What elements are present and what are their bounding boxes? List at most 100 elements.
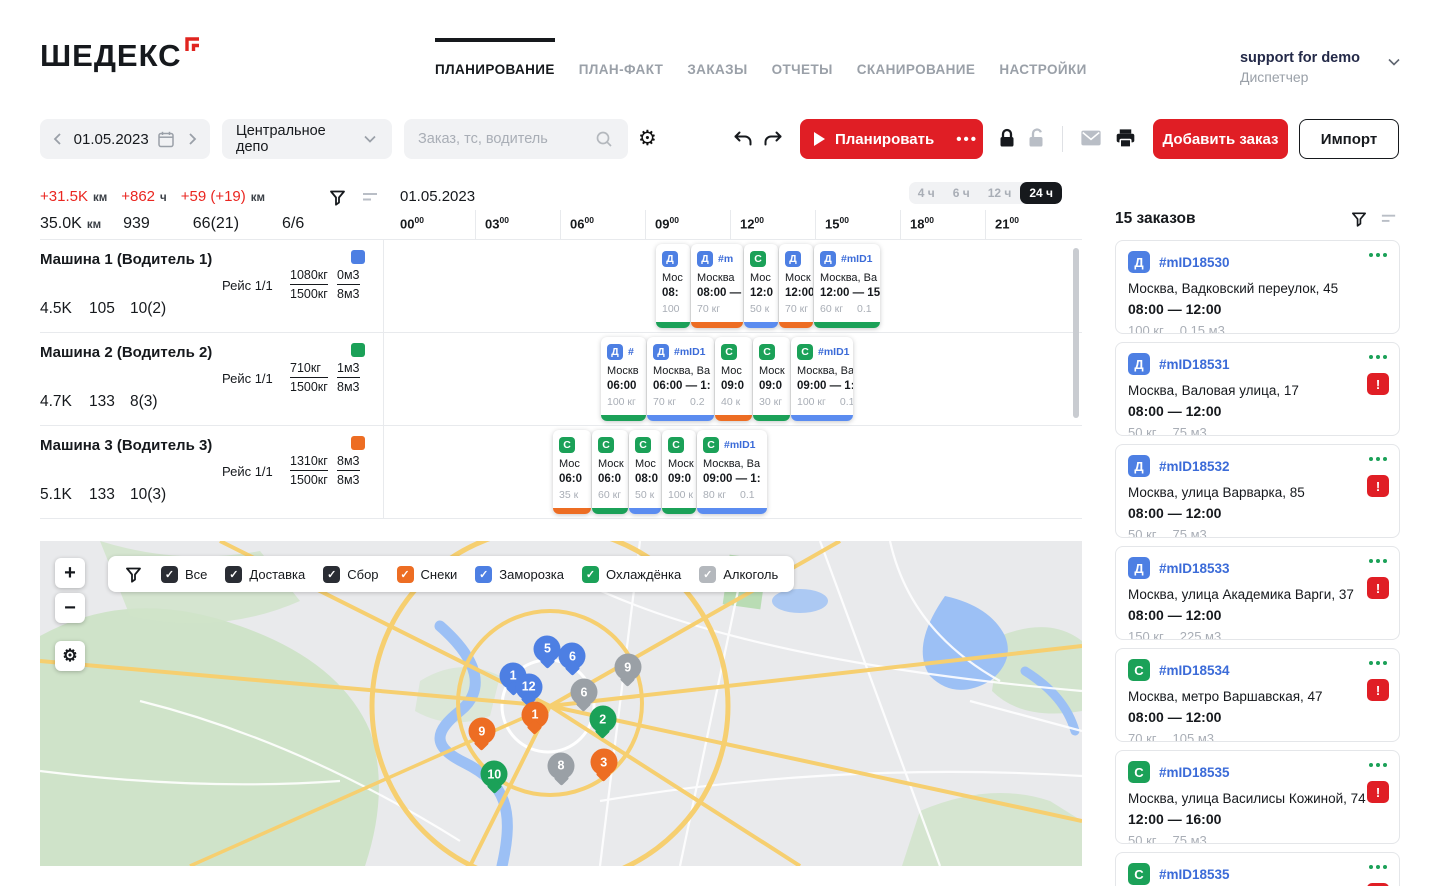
gantt-settings-gear-icon[interactable]: ⚙: [638, 126, 657, 151]
gantt-order-card[interactable]: С #mID1 Москва, Ва 09:00 — 1: 100 кг 0.1: [791, 337, 853, 421]
order-id-link[interactable]: #mID18534: [1159, 663, 1230, 678]
map-marker[interactable]: 10: [480, 760, 508, 788]
map-filter-снеки[interactable]: ✓ Снеки: [396, 565, 457, 583]
order-card[interactable]: С#mID18535!Москва, улица Васильевская, 3…: [1115, 852, 1400, 886]
order-card[interactable]: С #mID18534! Москва, метро Варшавская, 47 0…: [1115, 648, 1400, 742]
tab-сканирование[interactable]: СКАНИРОВАНИЕ: [857, 38, 976, 77]
map-settings-gear-icon[interactable]: ⚙: [55, 641, 85, 671]
gantt-order-card[interactable]: С Мос 12:0 50 к: [744, 244, 778, 328]
map-marker[interactable]: 6: [558, 642, 586, 670]
machine-row[interactable]: Машина 3 (Водитель 3) Рейс 1/1 1310кг 1500к…: [40, 426, 1082, 519]
checkbox-checked-icon[interactable]: ✓: [225, 565, 243, 583]
tab-планирование[interactable]: ПЛАНИРОВАНИЕ: [435, 38, 555, 77]
filter-icon[interactable]: [328, 188, 347, 207]
order-id-link[interactable]: #mID18531: [1159, 357, 1230, 372]
gantt-order-card[interactable]: С Мос 08:0 50 к: [629, 430, 661, 514]
order-menu-button[interactable]: [1369, 763, 1387, 767]
map-filter-сбор[interactable]: ✓ Сбор: [323, 565, 379, 583]
calendar-icon[interactable]: [156, 129, 176, 149]
order-menu-button[interactable]: [1369, 253, 1387, 257]
tab-отчеты[interactable]: ОТЧЕТЫ: [772, 38, 833, 77]
checkbox-checked-icon[interactable]: ✓: [396, 565, 414, 583]
checkbox-checked-icon[interactable]: ✓: [323, 565, 341, 583]
gantt-order-card[interactable]: Д #mID1 Москва, Ва 12:00 — 15 60 кг 0.1: [814, 244, 880, 328]
order-menu-button[interactable]: [1369, 559, 1387, 563]
checkbox-checked-icon[interactable]: ✓: [475, 565, 493, 583]
map-filter-все[interactable]: ✓ Все: [161, 565, 207, 583]
order-card[interactable]: Д #mID18532! Москва, улица Варварка, 85 08:…: [1115, 444, 1400, 538]
order-menu-button[interactable]: [1369, 457, 1387, 461]
user-menu[interactable]: support for demo Диспетчер: [1240, 50, 1402, 85]
tab-настройки[interactable]: НАСТРОЙКИ: [999, 38, 1086, 77]
order-card[interactable]: Д #mID18530 Москва, Вадковский переулок, 4…: [1115, 240, 1400, 334]
map-marker[interactable]: 2: [589, 705, 617, 733]
gantt-order-card[interactable]: С Моск 06:0 60 кг: [592, 430, 628, 514]
timeline-zoom-24ч[interactable]: 24 ч: [1020, 182, 1062, 204]
map-filter-заморозка[interactable]: ✓ Заморозка: [475, 565, 564, 583]
order-menu-button[interactable]: [1369, 865, 1387, 869]
plan-more-button[interactable]: •••: [956, 131, 978, 148]
order-menu-button[interactable]: [1369, 661, 1387, 665]
map-marker[interactable]: 12: [515, 673, 543, 701]
tab-заказы[interactable]: ЗАКАЗЫ: [687, 38, 747, 77]
order-card[interactable]: Д #mID18533! Москва, улица Академика Варги…: [1115, 546, 1400, 640]
map-marker[interactable]: 1: [521, 701, 549, 729]
order-menu-button[interactable]: [1369, 355, 1387, 359]
map-marker[interactable]: 6: [570, 678, 598, 706]
gantt-order-card[interactable]: С Моск 09:0 100 к: [662, 430, 696, 514]
gantt-order-card[interactable]: Д Мос 08: 100: [656, 244, 690, 328]
timeline-zoom-6ч[interactable]: 6 ч: [944, 182, 979, 204]
machine-row[interactable]: Машина 2 (Водитель 2) Рейс 1/1 710кг 1500кг…: [40, 333, 1082, 426]
map-filter-охлаждёнка[interactable]: ✓ Охлаждёнка: [582, 565, 681, 583]
mail-icon[interactable]: [1080, 129, 1102, 147]
order-id-link[interactable]: #mID18535: [1159, 765, 1230, 780]
map-zoom-out-button[interactable]: −: [55, 593, 85, 623]
undo-icon[interactable]: [731, 127, 755, 151]
map-marker[interactable]: 3: [590, 748, 618, 776]
next-day-button[interactable]: [184, 131, 200, 147]
order-id-link[interactable]: #mID1: [724, 439, 756, 451]
plan-button[interactable]: Планировать •••: [800, 119, 983, 159]
redo-icon[interactable]: [761, 127, 785, 151]
order-id-link[interactable]: #mID1: [818, 346, 850, 358]
lock-open-icon[interactable]: [1025, 127, 1047, 149]
map-marker[interactable]: 9: [614, 653, 642, 681]
sort-icon[interactable]: [1380, 210, 1398, 228]
depot-select[interactable]: Центральное депо: [222, 119, 392, 159]
map-marker[interactable]: 8: [547, 752, 575, 780]
gantt-order-card[interactable]: С Мос 09:0 40 к: [715, 337, 752, 421]
lock-closed-icon[interactable]: [996, 127, 1018, 149]
gantt-scrollbar[interactable]: [1073, 248, 1079, 418]
gantt-order-card[interactable]: С Моск 09:0 30 кг: [753, 337, 790, 421]
gantt-order-card[interactable]: С Мос 06:0 35 к: [553, 430, 591, 514]
order-id-link[interactable]: #mID1: [841, 253, 873, 265]
map-filter-алкоголь[interactable]: ✓ Алкоголь: [699, 565, 778, 583]
order-card[interactable]: С #mID18535! Москва, улица Василисы Кожино…: [1115, 750, 1400, 844]
checkbox-checked-icon[interactable]: ✓: [582, 565, 600, 583]
timeline-zoom-4ч[interactable]: 4 ч: [909, 182, 944, 204]
order-id-link[interactable]: #mID18530: [1159, 255, 1230, 270]
search-input[interactable]: [418, 131, 588, 147]
filter-icon[interactable]: [1350, 210, 1368, 228]
prev-day-button[interactable]: [50, 131, 66, 147]
map[interactable]: + − ⚙ ✓ Все ✓ Доставка ✓ Сбор ✓ Снеки ✓ Заморозка…: [40, 541, 1082, 866]
gantt-order-card[interactable]: Д Моск 12:00 70 кг: [779, 244, 813, 328]
gantt-order-card[interactable]: Д # Москв 06:00 100 кг: [601, 337, 646, 421]
map-marker[interactable]: 5: [533, 635, 561, 663]
order-id-link[interactable]: #mID1: [674, 346, 706, 358]
order-id-link[interactable]: #m: [718, 253, 733, 265]
gantt-order-card[interactable]: Д #m Москва 08:00 — 70 кг: [691, 244, 743, 328]
add-order-button[interactable]: Добавить заказ: [1153, 119, 1288, 159]
gantt-order-card[interactable]: Д #mID1 Москва, Ва 06:00 — 1: 70 кг 0.2: [647, 337, 714, 421]
map-filter-доставка[interactable]: ✓ Доставка: [225, 565, 305, 583]
checkbox-checked-icon[interactable]: ✓: [699, 565, 717, 583]
order-id-link[interactable]: #mID18533: [1159, 561, 1230, 576]
sort-icon[interactable]: [361, 188, 380, 207]
search-icon[interactable]: [594, 129, 614, 149]
gantt-order-card[interactable]: С #mID1 Москва, Ва 09:00 — 1: 80 кг 0.1: [697, 430, 767, 514]
map-zoom-in-button[interactable]: +: [55, 558, 85, 588]
timeline-zoom-12ч[interactable]: 12 ч: [979, 182, 1021, 204]
tab-план-факт[interactable]: ПЛАН-ФАКТ: [579, 38, 664, 77]
checkbox-checked-icon[interactable]: ✓: [161, 565, 178, 583]
order-id-link[interactable]: #mID18532: [1159, 459, 1230, 474]
